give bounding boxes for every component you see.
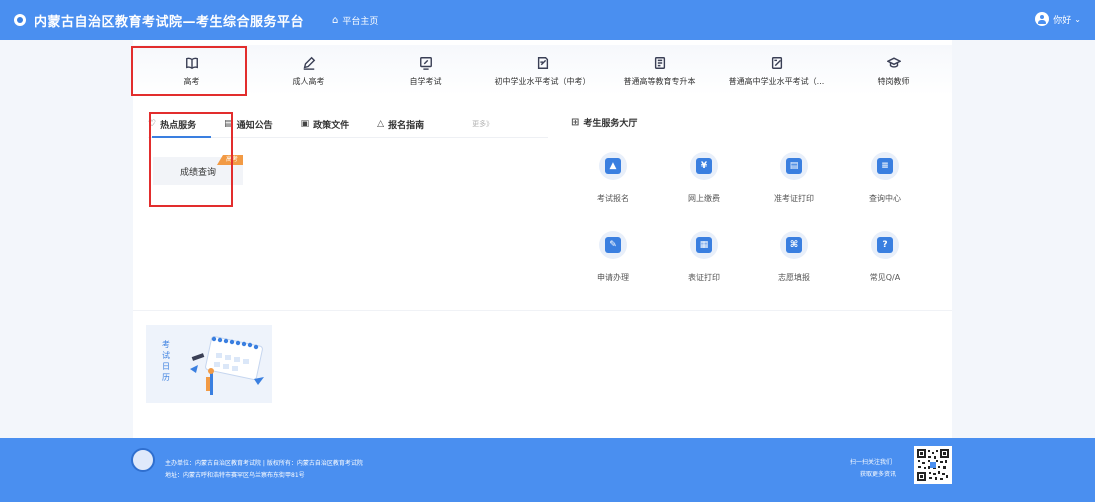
service-label: 常见Q/A bbox=[869, 273, 901, 282]
printer-icon: ▤ bbox=[780, 152, 808, 180]
site-title: 内蒙古自治区教育考试院—考生综合服务平台 bbox=[34, 14, 305, 30]
service-faq[interactable]: ? 常见Q/A bbox=[855, 231, 915, 283]
category-label: 特岗教师 bbox=[877, 77, 910, 86]
edit-board-icon bbox=[416, 53, 436, 73]
calendar-char: 试 bbox=[162, 351, 170, 360]
document-search-icon: ≡ bbox=[871, 152, 899, 180]
category-zhongkao[interactable]: 初中学业水平考试（中考） bbox=[484, 45, 601, 95]
exam-calendar-banner[interactable]: 考 试 日 历 bbox=[146, 325, 272, 403]
service-label: 表证打印 bbox=[688, 273, 720, 282]
tab-label: 热点服务 bbox=[160, 120, 197, 131]
chevron-down-icon: ⌄ bbox=[1074, 14, 1081, 24]
score-query-tag: 高考 bbox=[216, 155, 243, 165]
category-tabs: 高考 成人高考 自学考试 初中学业水平考试（中考） 普通高等教育专升本 普通高中… bbox=[133, 45, 952, 103]
user-avatar-icon bbox=[1035, 12, 1050, 26]
service-exam-signup[interactable]: ▲ 考试报名 bbox=[583, 152, 643, 204]
category-gaokao[interactable]: 高考 bbox=[133, 45, 250, 95]
home-link-label: 平台主页 bbox=[342, 16, 379, 27]
home-icon: ⌂ bbox=[332, 14, 339, 26]
category-label: 高考 bbox=[183, 77, 200, 86]
service-label: 准考证打印 bbox=[774, 194, 814, 203]
site-footer: 主办单位：内蒙古自治区教育考试院 | 版权所有：内蒙古自治区教育考试院 地址：内… bbox=[0, 438, 1095, 502]
service-query-center[interactable]: ≡ 查询中心 bbox=[855, 152, 915, 204]
user-menu[interactable]: 你好 ⌄ bbox=[1035, 12, 1081, 26]
footer-organizer: 主办单位：内蒙古自治区教育考试院 | 版权所有：内蒙古自治区教育考试院 bbox=[165, 460, 363, 467]
service-form-print[interactable]: ▦ 表证打印 bbox=[674, 231, 734, 283]
graduation-cap-icon bbox=[884, 53, 904, 73]
main-panel: 高考 成人高考 自学考试 初中学业水平考试（中考） 普通高等教育专升本 普通高中… bbox=[131, 40, 952, 438]
category-zhuanshengben[interactable]: 普通高等教育专升本 bbox=[601, 45, 718, 95]
category-label: 自学考试 bbox=[409, 77, 442, 86]
home-link[interactable]: ⌂ 平台主页 bbox=[332, 14, 378, 27]
service-volunteer-fill[interactable]: ⌘ 志愿填报 bbox=[764, 231, 824, 283]
tab-label: 政策文件 bbox=[313, 120, 350, 131]
calendar-char: 日 bbox=[162, 362, 170, 371]
pen-icon bbox=[299, 53, 319, 73]
tab-label: 通知公告 bbox=[236, 120, 273, 131]
compass-icon: △ bbox=[377, 119, 385, 129]
follow-us-text: 扫一扫关注我们 bbox=[850, 459, 893, 466]
exam-edit-icon bbox=[533, 53, 553, 73]
calendar-char: 考 bbox=[162, 340, 170, 349]
category-adult-gaokao[interactable]: 成人高考 bbox=[250, 45, 367, 95]
service-hall-title: ⊞ 考生服务大厅 bbox=[571, 116, 637, 129]
service-admit-card-print[interactable]: ▤ 准考证打印 bbox=[764, 152, 824, 204]
tab-guide[interactable]: △ 报名指南 bbox=[377, 118, 424, 131]
more-info-text: 获取更多资讯 bbox=[860, 471, 897, 478]
tab-label: 报名指南 bbox=[388, 120, 425, 131]
brand[interactable]: 内蒙古自治区教育考试院—考生综合服务平台 bbox=[14, 11, 304, 30]
payment-icon: ¥ bbox=[690, 152, 718, 180]
document-icon bbox=[650, 53, 670, 73]
score-query-label: 成绩查询 bbox=[179, 167, 216, 178]
category-self-study[interactable]: 自学考试 bbox=[367, 45, 484, 95]
tab-notices[interactable]: ▤ 通知公告 bbox=[224, 118, 273, 131]
grid-icon: ⊞ bbox=[571, 117, 580, 128]
service-label: 网上缴费 bbox=[688, 194, 720, 203]
calendar-illustration bbox=[190, 336, 264, 395]
qa-icon: ? bbox=[871, 231, 899, 259]
logo-icon bbox=[14, 14, 26, 26]
more-link[interactable]: 更多》 bbox=[472, 119, 493, 129]
qr-code-icon[interactable] bbox=[914, 446, 952, 484]
service-online-payment[interactable]: ¥ 网上缴费 bbox=[674, 152, 734, 204]
service-application[interactable]: ✎ 申请办理 bbox=[583, 231, 643, 283]
section-divider bbox=[133, 310, 952, 311]
graduation-cap-icon: ▲ bbox=[599, 152, 627, 180]
user-greeting: 你好 bbox=[1053, 15, 1072, 26]
heart-icon: ♡ bbox=[148, 119, 157, 129]
calendar-label: 考 试 日 历 bbox=[162, 339, 170, 383]
form-print-icon: ▦ bbox=[690, 231, 718, 259]
file-icon: ▣ bbox=[300, 119, 310, 129]
calendar-char: 历 bbox=[162, 373, 170, 382]
application-icon: ✎ bbox=[599, 231, 627, 259]
category-high-school-test[interactable]: 普通高中学业水平考试（... bbox=[718, 45, 835, 95]
footer-logo-icon bbox=[131, 448, 155, 472]
footer-address: 地址：内蒙古呼和浩特市赛罕区乌兰察布东街甲81号 bbox=[165, 472, 305, 479]
category-label: 成人高考 bbox=[292, 77, 325, 86]
active-tab-indicator bbox=[152, 136, 211, 138]
note-edit-icon bbox=[767, 53, 787, 73]
category-label: 普通高中学业水平考试（... bbox=[728, 77, 825, 86]
service-label: 志愿填报 bbox=[778, 273, 810, 282]
category-label: 初中学业水平考试（中考） bbox=[494, 77, 591, 86]
grid-clover-icon: ⌘ bbox=[780, 231, 808, 259]
hall-title-text: 考生服务大厅 bbox=[583, 119, 638, 129]
service-label: 考试报名 bbox=[597, 194, 629, 203]
top-navbar: 内蒙古自治区教育考试院—考生综合服务平台 ⌂ 平台主页 你好 ⌄ bbox=[0, 0, 1095, 40]
book-open-icon bbox=[182, 53, 202, 73]
category-special-teacher[interactable]: 特岗教师 bbox=[835, 45, 952, 95]
category-label: 普通高等教育专升本 bbox=[623, 77, 696, 86]
calendar-icon: ▤ bbox=[224, 119, 233, 129]
tab-hot-services[interactable]: ♡ 热点服务 bbox=[148, 118, 196, 131]
service-label: 申请办理 bbox=[597, 273, 629, 282]
score-query-card[interactable]: 成绩查询 高考 bbox=[153, 155, 243, 185]
tab-policy[interactable]: ▣ 政策文件 bbox=[301, 118, 350, 131]
service-tabs: ♡ 热点服务 ▤ 通知公告 ▣ 政策文件 △ 报名指南 更多》 bbox=[148, 113, 568, 135]
service-label: 查询中心 bbox=[869, 194, 901, 203]
